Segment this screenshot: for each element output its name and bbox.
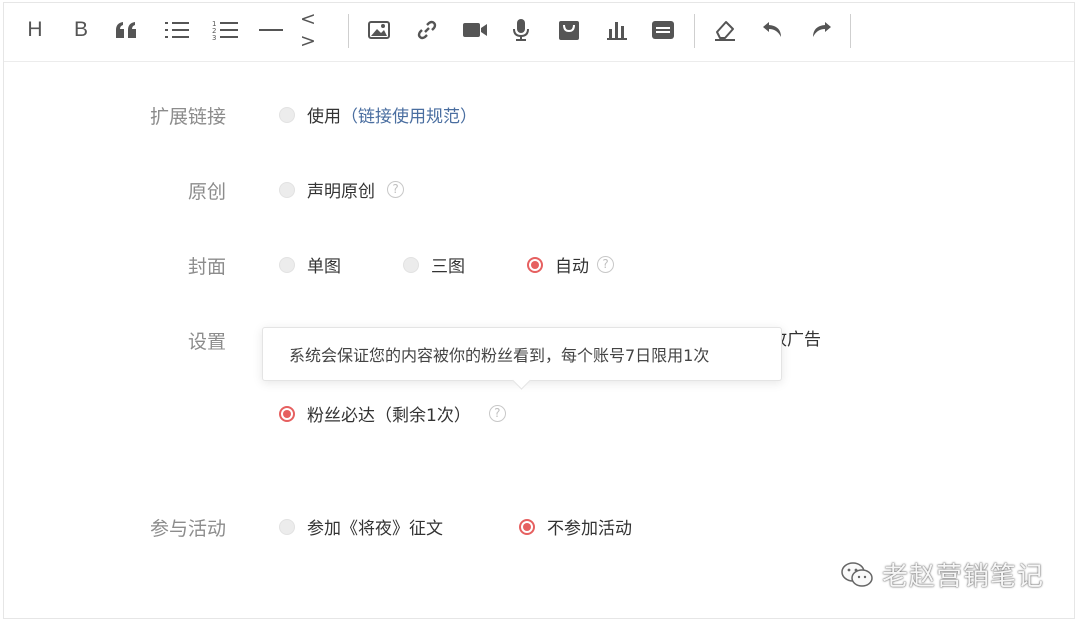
cover-triple-option[interactable]: 三图 xyxy=(403,252,465,277)
video-icon xyxy=(463,23,487,37)
ext-link-open-paren: （ xyxy=(341,107,358,127)
clear-format-button[interactable] xyxy=(708,13,742,47)
horizontal-rule-icon xyxy=(259,29,283,31)
fans-reach-radio[interactable] xyxy=(279,405,295,422)
toolbar-divider xyxy=(694,14,695,48)
ordered-list-icon: 1 2 3 xyxy=(212,20,238,41)
ext-link-label: 扩展链接 xyxy=(149,106,226,128)
redo-button[interactable] xyxy=(804,13,838,47)
unordered-list-icon xyxy=(165,22,189,38)
shopping-bag-icon xyxy=(559,21,579,40)
image-button[interactable] xyxy=(362,13,396,47)
ext-link-use-option[interactable]: 使用 （ 链接使用规范 ） xyxy=(279,102,477,127)
declare-original-text: 声明原创 xyxy=(307,182,375,202)
eraser-icon xyxy=(715,21,735,41)
editor-toolbar: H B 1 2 3 < > xyxy=(4,3,1074,62)
card-icon xyxy=(652,21,674,39)
undo-button[interactable] xyxy=(756,13,790,47)
question-icon[interactable]: ? xyxy=(387,181,404,198)
shop-button[interactable] xyxy=(552,13,586,47)
watermark-text: 老赵营销笔记 xyxy=(881,562,1044,592)
activity-label: 参与活动 xyxy=(149,518,226,540)
redo-icon xyxy=(813,22,831,37)
cover-single-text: 单图 xyxy=(307,257,341,277)
toolbar-divider xyxy=(850,14,851,48)
link-button[interactable] xyxy=(410,13,444,47)
bar-chart-icon xyxy=(607,22,627,40)
microphone-icon xyxy=(513,19,529,41)
ext-link-use-radio[interactable] xyxy=(279,106,295,123)
question-icon[interactable]: ? xyxy=(488,405,506,422)
chart-button[interactable] xyxy=(600,13,634,47)
heading-button[interactable]: H xyxy=(18,13,52,47)
tooltip-text: 系统会保证您的内容被你的粉丝看到，每个账号7日限用1次 xyxy=(289,346,710,365)
link-icon xyxy=(417,20,437,40)
cover-single-radio[interactable] xyxy=(279,256,295,273)
cover-auto-text: 自动 xyxy=(555,257,589,277)
audio-button[interactable] xyxy=(504,13,538,47)
image-icon xyxy=(368,21,390,39)
join-activity-radio[interactable] xyxy=(279,518,295,535)
settings-label: 设置 xyxy=(187,331,226,353)
original-label: 原创 xyxy=(187,181,226,203)
no-activity-radio[interactable] xyxy=(519,518,535,535)
join-activity-option[interactable]: 参加《将夜》征文 xyxy=(279,514,443,539)
cover-single-option[interactable]: 单图 xyxy=(279,252,341,277)
ordered-list-button[interactable]: 1 2 3 xyxy=(208,13,242,47)
undo-icon xyxy=(763,22,781,37)
editor-panel: H B 1 2 3 < > 扩展链接 使用 （ 链接使用规范 ） 原创 声明原创… xyxy=(3,2,1075,619)
cover-label: 封面 xyxy=(187,256,226,278)
cover-auto-radio[interactable] xyxy=(527,256,543,273)
video-button[interactable] xyxy=(458,13,492,47)
quote-button[interactable] xyxy=(110,13,144,47)
wechat-icon xyxy=(841,561,873,587)
horizontal-rule-button[interactable] xyxy=(254,13,288,47)
cover-auto-option[interactable]: 自动 ? xyxy=(527,252,614,277)
no-activity-text: 不参加活动 xyxy=(547,519,632,539)
bold-icon: B xyxy=(73,18,88,41)
code-button[interactable]: < > xyxy=(300,8,334,52)
declare-original-radio[interactable] xyxy=(279,181,295,198)
declare-original-option[interactable]: 声明原创 ? xyxy=(279,177,404,202)
fans-reach-text: 粉丝必达（剩余1次） xyxy=(307,406,471,426)
fans-reach-tooltip: 系统会保证您的内容被你的粉丝看到，每个账号7日限用1次 xyxy=(262,327,782,381)
join-activity-text: 参加《将夜》征文 xyxy=(307,519,443,539)
ext-link-use-text: 使用 xyxy=(307,107,341,127)
ext-link-close-paren: ） xyxy=(460,107,477,127)
no-activity-option[interactable]: 不参加活动 xyxy=(519,514,632,539)
code-icon: < > xyxy=(300,8,316,52)
cover-triple-radio[interactable] xyxy=(403,256,419,273)
quote-icon xyxy=(116,22,136,38)
unordered-list-button[interactable] xyxy=(160,13,194,47)
svg-text:3: 3 xyxy=(212,34,216,41)
question-icon[interactable]: ? xyxy=(597,256,614,273)
toolbar-divider xyxy=(348,14,349,48)
bold-button[interactable]: B xyxy=(64,13,98,47)
link-usage-rules-link[interactable]: 链接使用规范 xyxy=(358,102,460,127)
cover-triple-text: 三图 xyxy=(431,257,465,277)
watermark: 老赵营销笔记 xyxy=(840,556,1044,593)
card-button[interactable] xyxy=(646,13,680,47)
fans-reach-option[interactable]: 粉丝必达（剩余1次） ? xyxy=(279,401,506,426)
heading-icon: H xyxy=(27,18,43,41)
